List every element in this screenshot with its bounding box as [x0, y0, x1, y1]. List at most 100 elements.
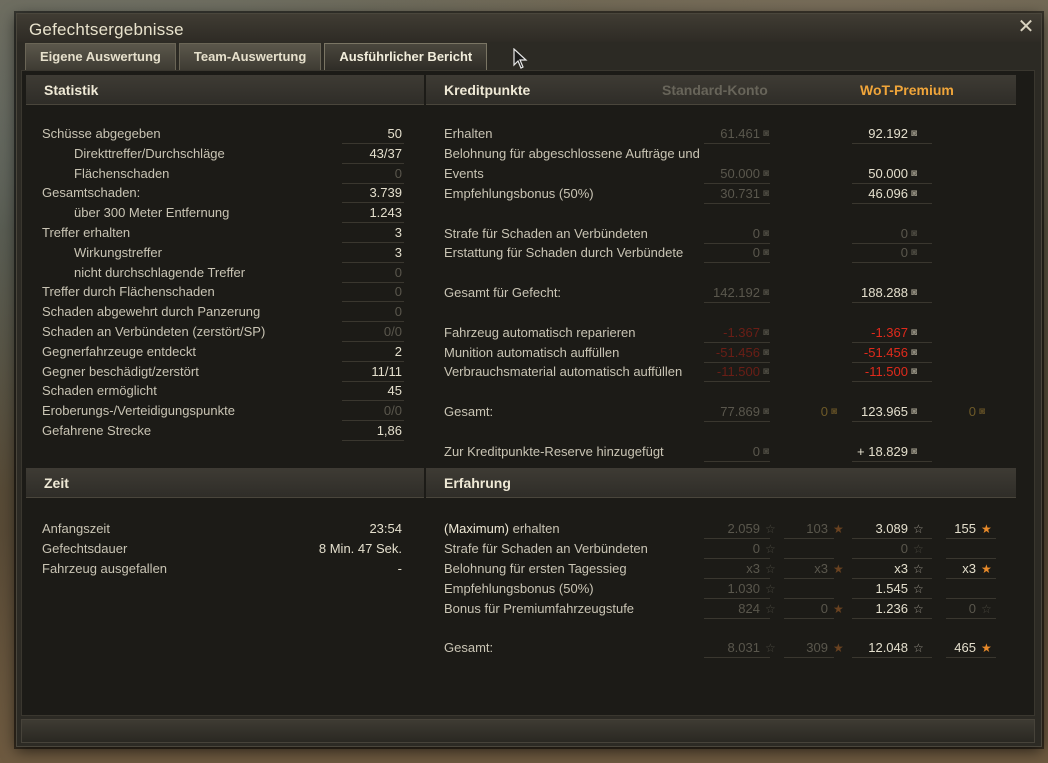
xp-premium-value: x3 — [894, 561, 908, 576]
credit-label: Fahrzeug automatisch reparieren — [444, 325, 636, 340]
credit-standard-value: -1.367 — [723, 325, 760, 340]
stat-row: Schaden ermöglicht 45 — [42, 381, 404, 401]
stat-label: Schaden ermöglicht — [42, 383, 157, 399]
stat-row: Gesamtschaden: 3.739 — [42, 183, 404, 203]
stat-value: 0 — [394, 284, 402, 300]
footer-bar — [21, 719, 1035, 743]
credit-icon: ◙ — [763, 228, 770, 239]
stat-value: 0 — [394, 304, 402, 320]
credit-row: Gesamt für Gefecht: 142.192 ◙ 188.288 ◙ — [444, 283, 1004, 303]
credit-row: Erstattung für Schaden durch Verbündete 0… — [444, 243, 1004, 263]
credit-row: Belohnung für abgeschlossene Aufträge un… — [444, 144, 1004, 164]
xp-label: Strafe für Schaden an Verbündeten — [444, 541, 648, 556]
credit-standard-value: 0 — [752, 226, 760, 241]
xp-label: Empfehlungsbonus (50%) — [444, 581, 594, 596]
tab-eigene-auswertung[interactable]: Eigene Auswertung — [25, 43, 176, 70]
close-icon[interactable]: ✕ — [1015, 16, 1037, 38]
credit-premium-value: 188.288 — [861, 285, 908, 300]
credit-premium-value: 0 — [900, 245, 908, 260]
stat-row: Gefahrene Strecke 1,86 — [42, 421, 404, 441]
xp-star-icon: ☆ — [913, 542, 924, 556]
stat-label: nicht durchschlagende Treffer — [74, 264, 246, 280]
stat-row: Treffer durch Flächenschaden 0 — [42, 282, 404, 302]
zeit-header: Zeit — [26, 468, 424, 498]
credit-label: Zur Kreditpunkte-Reserve hinzugefügt — [444, 444, 664, 459]
xp-star-icon: ☆ — [765, 582, 776, 596]
xp-standard-value: 8.031 — [727, 640, 760, 655]
free-xp-standard-value: 103 — [806, 521, 828, 536]
credit-standard-value: 30.731 — [720, 186, 760, 201]
statistik-header: Statistik — [26, 75, 424, 105]
stat-label: Flächenschaden — [74, 165, 170, 181]
xp-standard-value: 2.059 — [727, 521, 760, 536]
stat-row: Eroberungs-/Verteidigungspunkte 0/0 — [42, 401, 404, 421]
credit-icon: ◙ — [763, 247, 770, 258]
credit-label: Munition automatisch auffüllen — [444, 345, 620, 360]
free-xp-star-icon: ★ — [981, 562, 992, 576]
credit-label: Strafe für Schaden an Verbündeten — [444, 226, 648, 241]
stat-row: Flächenschaden 0 — [42, 164, 404, 184]
credit-row: Strafe für Schaden an Verbündeten 0 ◙ 0 ◙ — [444, 224, 1004, 244]
stat-value: 3.739 — [369, 185, 402, 201]
credit-label: Events — [444, 166, 484, 181]
credit-icon: ◙ — [763, 287, 770, 298]
credit-row: Erhalten 61.461 ◙ 92.192 ◙ — [444, 124, 1004, 144]
xp-label: Bonus für Premiumfahrzeugstufe — [444, 601, 635, 616]
credit-premium-value: -11.500 — [864, 364, 908, 379]
xp-label-text: erhalten — [512, 521, 560, 536]
credit-premium-value: 46.096 — [868, 186, 908, 201]
stat-label: Treffer erhalten — [42, 225, 131, 240]
xp-row: Gesamt: 8.031 ☆ 12.048 ☆ 309 ★ 465 ★ — [444, 638, 1004, 658]
free-xp-star-icon: ★ — [833, 641, 844, 655]
credit-standard-value: 142.192 — [713, 285, 760, 300]
credit-icon: ◙ — [911, 446, 918, 457]
gold-premium-value: 0 — [968, 404, 976, 419]
tab-team-auswertung[interactable]: Team-Auswertung — [178, 43, 322, 70]
free-xp-standard-value: x3 — [814, 561, 828, 576]
stat-row: Wirkungstreffer 3 — [42, 243, 404, 263]
xp-premium-value: 12.048 — [868, 640, 908, 655]
battle-results-window: Gefechtsergebnisse ✕ Eigene Auswertung T… — [16, 13, 1042, 747]
stat-label: Schüsse abgegeben — [42, 126, 161, 141]
stat-value: 50 — [387, 126, 402, 141]
xp-star-icon: ☆ — [765, 522, 776, 536]
free-xp-star-icon: ★ — [981, 641, 992, 655]
xp-premium-value: 3.089 — [875, 521, 908, 536]
mouse-cursor-icon — [513, 48, 528, 69]
xp-star-icon: ☆ — [765, 602, 776, 616]
xp-star-icon: ☆ — [913, 602, 924, 616]
free-xp-standard-value: 309 — [806, 640, 828, 655]
stat-row: Schüsse abgegeben 50 — [42, 124, 404, 144]
xp-star-icon: ☆ — [913, 522, 924, 536]
stat-label: Gegnerfahrzeuge entdeckt — [42, 343, 196, 359]
free-xp-star-icon: ★ — [833, 522, 844, 536]
zeit-value: 8 Min. 47 Sek. — [318, 541, 402, 556]
zeit-row: Fahrzeug ausgefallen - — [42, 559, 404, 579]
credit-label: Empfehlungsbonus (50%) — [444, 186, 594, 201]
xp-star-icon: ☆ — [913, 641, 924, 655]
credit-premium-value: 50.000 — [868, 166, 908, 181]
credit-standard-value: 77.869 — [720, 404, 760, 419]
credit-icon: ◙ — [911, 247, 918, 258]
zeit-label: Gefechtsdauer — [42, 541, 128, 556]
title-bar: Gefechtsergebnisse ✕ — [17, 14, 1041, 42]
stat-value-underline — [342, 440, 404, 441]
credit-icon: ◙ — [911, 128, 918, 139]
standard-konto-column: Standard-Konto — [662, 82, 768, 98]
free-xp-star-icon: ☆ — [981, 602, 992, 616]
stat-label: Treffer durch Flächenschaden — [42, 284, 215, 300]
credit-premium-value: 0 — [900, 226, 908, 241]
zeit-value: 23:54 — [369, 521, 402, 536]
credit-icon: ◙ — [911, 327, 918, 338]
zeit-label: Fahrzeug ausgefallen — [42, 561, 168, 576]
free-xp-premium-value: x3 — [962, 561, 976, 576]
credit-row: Fahrzeug automatisch reparieren -1.367 ◙ -1… — [444, 323, 1004, 343]
stat-value: 2 — [394, 343, 402, 359]
xp-star-icon: ☆ — [765, 641, 776, 655]
credit-icon: ◙ — [763, 168, 770, 179]
xp-star-icon: ☆ — [765, 562, 776, 576]
credit-label: Erhalten — [444, 126, 493, 141]
xp-standard-value: x3 — [746, 561, 760, 576]
stat-label: Gesamtschaden: — [42, 185, 141, 201]
tab-ausfuehrlicher-bericht[interactable]: Ausführlicher Bericht — [324, 43, 488, 70]
